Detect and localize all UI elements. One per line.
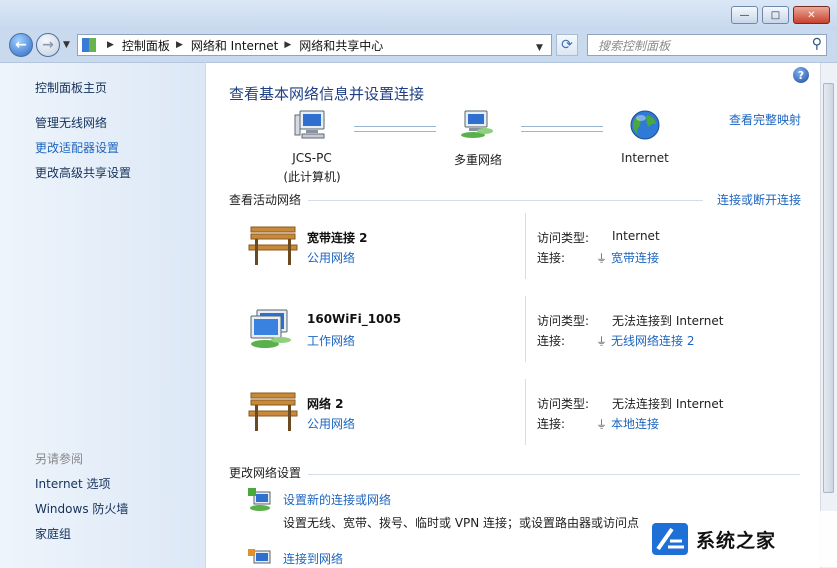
main-content: ? 查看基本网络信息并设置连接 查看完整映射 JCS-PC (此计算机) 多重网… [206, 62, 837, 568]
control-panel-icon [82, 38, 96, 52]
computer-icon[interactable] [294, 109, 328, 141]
see-also-heading: 另请参阅 [35, 452, 84, 466]
divider [525, 296, 526, 362]
connection-link-label: 无线网络连接 2 [611, 334, 695, 348]
connection-label: 连接: [537, 251, 566, 265]
chevron-right-icon[interactable]: ▶ [107, 40, 114, 50]
dialup-connection-icon: ⏚ [596, 252, 607, 265]
sidebar-item-advanced-sharing[interactable]: 更改高级共享设置 [35, 164, 131, 181]
breadcrumb-control-panel[interactable]: 控制面板 [122, 37, 170, 54]
breadcrumb-network-sharing-center[interactable]: 网络和共享中心 [299, 37, 383, 54]
maximize-button[interactable]: □ [762, 6, 789, 24]
local-connection-icon: ⏚ [596, 418, 607, 431]
minimize-button[interactable]: — [731, 6, 758, 24]
breadcrumb-network-internet[interactable]: 网络和 Internet [191, 37, 278, 54]
connection-link-label: 本地连接 [611, 417, 660, 431]
vertical-scrollbar[interactable] [820, 63, 837, 568]
map-node-pc-label: JCS-PC [292, 151, 332, 165]
wireless-connection-icon: ⏚ [596, 335, 607, 348]
connection-line [521, 126, 603, 132]
park-bench-icon[interactable] [247, 389, 299, 433]
access-type-label: 访问类型: [537, 314, 590, 328]
search-icon[interactable]: ⚲ [812, 36, 822, 52]
search-input[interactable] [596, 36, 800, 56]
arrow-left-icon: ← [15, 37, 27, 53]
watermark-text: 系统之家 [696, 529, 777, 552]
watermark-mark-icon [652, 523, 688, 555]
setup-new-connection-desc: 设置无线、宽带、拨号、临时或 VPN 连接；或设置路由器或访问点 [283, 516, 640, 530]
map-node-internet-label: Internet [621, 151, 669, 165]
address-dropdown-icon[interactable]: ▼ [536, 43, 543, 53]
network-name: 网络 2 [307, 397, 344, 411]
connect-disconnect-link[interactable]: 连接或断开连接 [717, 191, 801, 208]
connection-label: 连接: [537, 334, 566, 348]
change-settings-heading: 更改网络设置 [229, 466, 302, 480]
help-icon[interactable]: ? [793, 67, 809, 83]
sidebar-item-windows-firewall[interactable]: Windows 防火墙 [35, 500, 128, 517]
access-type-value: 无法连接到 Internet [612, 397, 724, 411]
work-network-icon[interactable] [247, 308, 299, 352]
connect-to-network-icon[interactable] [248, 547, 274, 568]
active-networks-heading: 查看活动网络 [229, 193, 302, 207]
sidebar-item-control-panel-home[interactable]: 控制面板主页 [35, 79, 107, 96]
map-node-multiple-networks-label: 多重网络 [453, 153, 502, 167]
divider [308, 200, 703, 201]
close-button[interactable]: ✕ [793, 6, 830, 24]
sidebar-item-manage-wireless[interactable]: 管理无线网络 [35, 114, 107, 131]
watermark-logo: 系统之家 [640, 511, 837, 567]
connection-label: 连接: [537, 417, 566, 431]
connection-link[interactable]: ⏚ 本地连接 [596, 415, 659, 432]
access-type-value: Internet [612, 229, 660, 243]
connection-link[interactable]: ⏚ 宽带连接 [596, 249, 659, 266]
back-button[interactable]: ← [9, 33, 33, 57]
refresh-button[interactable]: ⟳ [556, 34, 578, 56]
sidebar: 控制面板主页 管理无线网络 更改适配器设置 更改高级共享设置 另请参阅 Inte… [0, 62, 205, 568]
network-type-link[interactable]: 公用网络 [307, 249, 355, 266]
connection-link[interactable]: ⏚ 无线网络连接 2 [596, 332, 694, 349]
network-type-link[interactable]: 工作网络 [307, 332, 355, 349]
connection-link-label: 宽带连接 [611, 251, 660, 265]
network-name: 160WiFi_1005 [307, 312, 402, 326]
chevron-right-icon[interactable]: ▶ [176, 40, 183, 50]
title-bar: — □ ✕ [0, 0, 837, 30]
divider [525, 379, 526, 445]
connection-line [354, 126, 436, 132]
sidebar-item-internet-options[interactable]: Internet 选项 [35, 475, 110, 492]
connect-to-network-link[interactable]: 连接到网络 [283, 550, 343, 567]
access-type-value: 无法连接到 Internet [612, 314, 724, 328]
network-name: 宽带连接 2 [307, 231, 368, 245]
page-title: 查看基本网络信息并设置连接 [229, 85, 425, 103]
search-box[interactable]: ⚲ [587, 34, 827, 56]
recent-pages-dropdown-icon[interactable]: ▼ [63, 40, 70, 50]
map-node-pc-sub: (此计算机) [283, 170, 341, 184]
scrollbar-thumb[interactable] [823, 83, 834, 493]
globe-icon[interactable] [629, 109, 661, 141]
setup-new-connection-link[interactable]: 设置新的连接或网络 [283, 491, 391, 508]
navigation-bar: ← → ▼ ▶ 控制面板 ▶ 网络和 Internet ▶ 网络和共享中心 ▼ … [0, 30, 837, 60]
breadcrumb: ▶ 控制面板 ▶ 网络和 Internet ▶ 网络和共享中心 [101, 37, 383, 54]
park-bench-icon[interactable] [247, 223, 299, 267]
network-type-link[interactable]: 公用网络 [307, 415, 355, 432]
divider [308, 474, 800, 475]
address-bar[interactable]: ▶ 控制面板 ▶ 网络和 Internet ▶ 网络和共享中心 [77, 34, 552, 56]
divider [525, 213, 526, 279]
sidebar-item-change-adapter[interactable]: 更改适配器设置 [35, 139, 119, 156]
chevron-right-icon[interactable]: ▶ [284, 40, 291, 50]
refresh-icon: ⟳ [561, 37, 573, 53]
arrow-right-icon: → [42, 37, 54, 53]
forward-button[interactable]: → [36, 33, 60, 57]
multiple-networks-icon[interactable] [459, 109, 495, 141]
access-type-label: 访问类型: [537, 231, 590, 245]
access-type-label: 访问类型: [537, 397, 590, 411]
sidebar-item-homegroup[interactable]: 家庭组 [35, 525, 71, 542]
new-connection-icon[interactable] [248, 488, 274, 512]
view-full-map-link[interactable]: 查看完整映射 [729, 111, 801, 128]
